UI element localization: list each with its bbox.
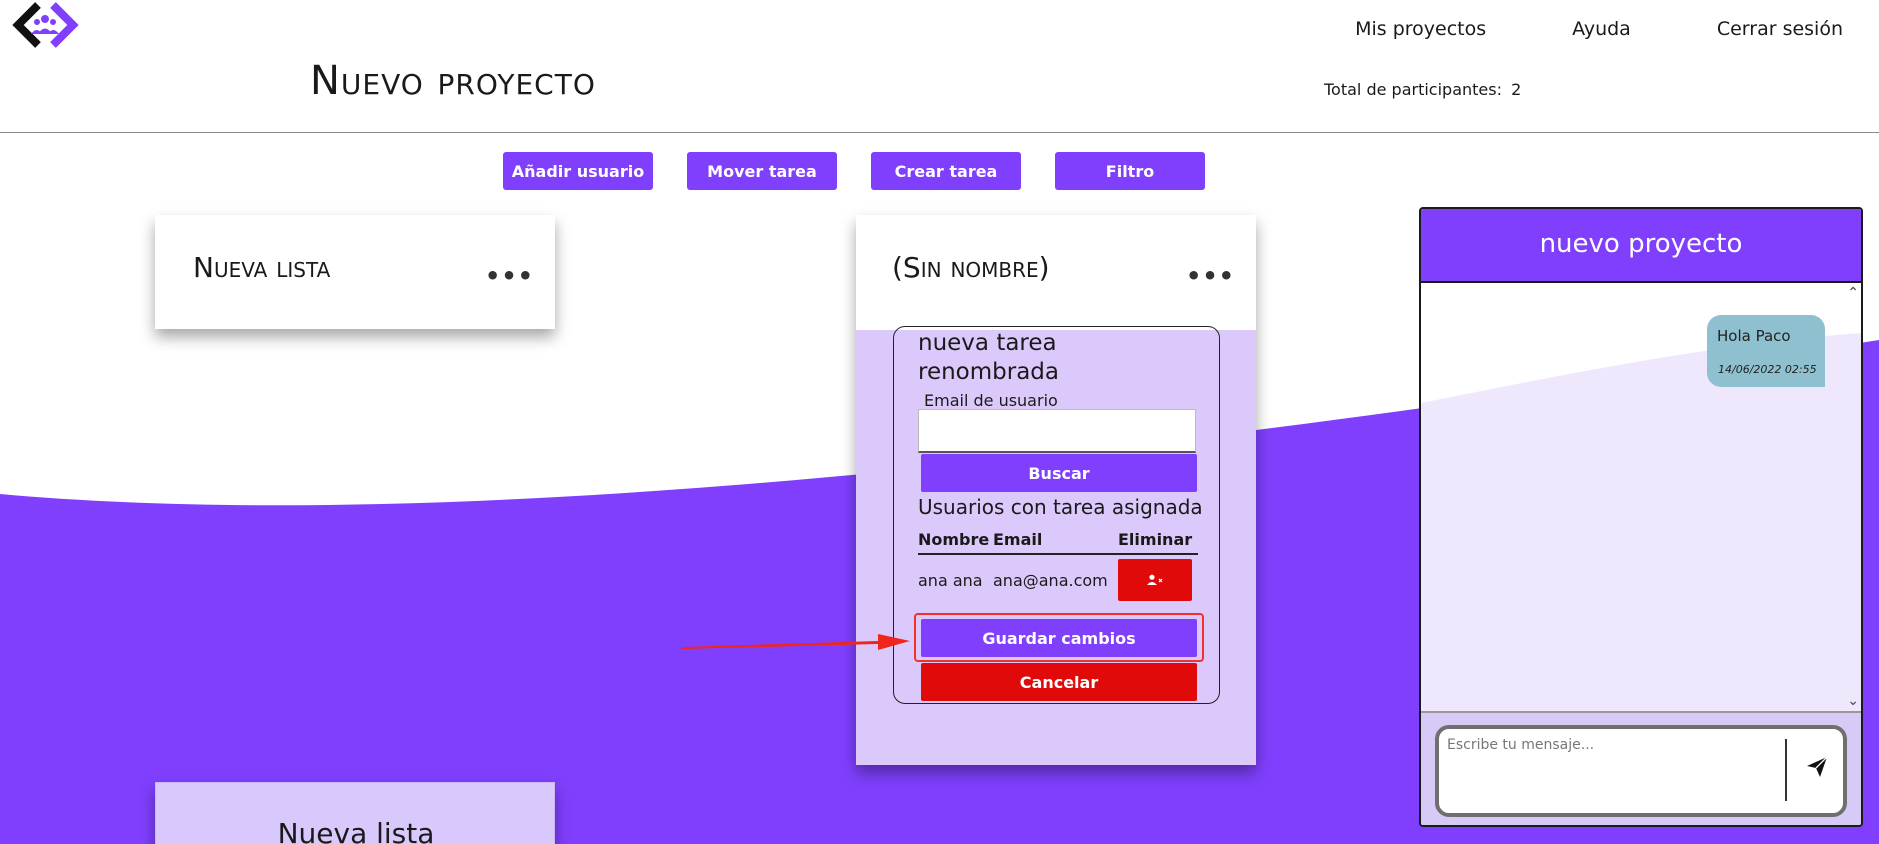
top-nav: Mis proyectos Ayuda Cerrar sesión (1355, 18, 1843, 40)
assigned-users-table: Nombre Email Eliminar ana ana ana@ana.co… (918, 530, 1198, 601)
list-title: (Sin nombre) (892, 251, 1050, 284)
send-button[interactable] (1799, 747, 1835, 787)
composer-divider (1785, 739, 1787, 801)
list-title: Nueva lista (277, 817, 435, 844)
task-edit-card: nueva tarea renombrada Email de usuario … (893, 326, 1220, 704)
column-header: Nombre (918, 530, 993, 555)
chat-messages[interactable]: Hola Paco 14/06/2022 02:55 ⌃ ⌄ (1421, 283, 1861, 711)
chat-panel: nuevo proyecto Hola Paco 14/06/2022 02:5… (1419, 207, 1863, 827)
project-toolbar: Añadir usuario Mover tarea Crear tarea F… (503, 152, 1205, 190)
participants-label: Total de participantes: (1324, 80, 1502, 99)
nav-cerrar-sesion[interactable]: Cerrar sesión (1717, 18, 1843, 40)
delete-cell (1118, 554, 1198, 601)
email-label: Email de usuario (924, 391, 1058, 410)
list-card: Nueva lista (155, 782, 555, 844)
more-dots-icon[interactable]: ••• (1186, 264, 1235, 288)
search-button[interactable]: Buscar (921, 454, 1197, 492)
participants-value: 2 (1511, 80, 1522, 99)
send-icon (1807, 756, 1828, 777)
remove-user-button[interactable] (1118, 559, 1192, 601)
chevron-down-icon[interactable]: ⌄ (1847, 693, 1859, 709)
message-text: Hola Paco (1717, 327, 1791, 345)
task-name: nueva tarea renombrada (918, 330, 1059, 385)
filter-button[interactable]: Filtro (1055, 152, 1205, 190)
column-header: Eliminar (1118, 530, 1198, 555)
more-dots-icon[interactable]: ••• (485, 264, 534, 288)
chat-title: nuevo proyecto (1421, 209, 1861, 283)
user-email: ana@ana.com (993, 570, 1108, 590)
chevron-up-icon[interactable]: ⌃ (1847, 285, 1859, 301)
nav-mis-proyectos[interactable]: Mis proyectos (1355, 18, 1486, 40)
table-row: ana ana ana@ana.com (918, 554, 1198, 601)
assigned-users-title: Usuarios con tarea asignada (918, 495, 1203, 519)
chat-footer (1421, 711, 1861, 825)
list-title: Nueva lista (193, 251, 331, 284)
participants-count: Total de participantes: 2 (1324, 80, 1521, 99)
add-user-button[interactable]: Añadir usuario (503, 152, 653, 190)
email-field[interactable] (918, 409, 1196, 453)
user-remove-icon (1147, 574, 1163, 585)
message-time: 14/06/2022 02:55 (1718, 363, 1817, 376)
page-title: Nuevo proyecto (310, 58, 596, 104)
save-changes-button[interactable]: Guardar cambios (921, 619, 1197, 657)
column-header: Email (993, 530, 1118, 555)
user-name: ana ana (918, 570, 983, 590)
move-task-button[interactable]: Mover tarea (687, 152, 837, 190)
create-task-button[interactable]: Crear tarea (871, 152, 1021, 190)
cancel-button[interactable]: Cancelar (921, 663, 1197, 701)
message-bubble: Hola Paco 14/06/2022 02:55 (1707, 315, 1825, 387)
header-divider (0, 132, 1879, 133)
logo-icon[interactable] (8, 2, 83, 48)
message-composer (1435, 725, 1847, 817)
message-input[interactable] (1447, 737, 1777, 797)
nav-ayuda[interactable]: Ayuda (1572, 18, 1631, 40)
list-card: Nueva lista ••• (155, 215, 555, 329)
annotation-arrow (682, 634, 910, 650)
